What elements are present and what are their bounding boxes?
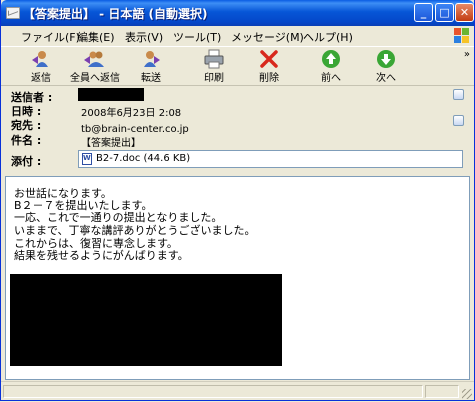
- minimize-button[interactable]: _: [414, 3, 433, 22]
- attach-label: 添付 :: [11, 155, 42, 168]
- menu-bar: ファイル(F) 編集(E) 表示(V) ツール(T) メッセージ(M) ヘルプ(…: [1, 26, 474, 47]
- word-document-icon: [82, 153, 92, 165]
- attachment-field: B2-7.doc (44.6 KB): [78, 150, 463, 168]
- message-body[interactable]: お世話になります。 B２－７を提出いたします。 一応、これで一通りの提出となりま…: [5, 176, 470, 380]
- forward-icon: [140, 49, 162, 69]
- body-line: 結果を残せるようにがんばります。: [14, 249, 189, 262]
- status-pane: [3, 385, 423, 398]
- print-button[interactable]: 印刷: [186, 49, 242, 85]
- status-pane: [425, 385, 459, 398]
- delete-icon: [258, 49, 280, 69]
- status-bar: [1, 381, 474, 400]
- print-icon: [203, 49, 225, 69]
- reply-all-button[interactable]: 全員へ返信: [67, 49, 123, 85]
- close-button[interactable]: ✕: [455, 3, 474, 22]
- menu-file[interactable]: ファイル(F): [21, 29, 80, 45]
- reply-all-label: 全員へ返信: [70, 73, 120, 84]
- menu-help[interactable]: ヘルプ(H): [303, 29, 353, 45]
- delete-button[interactable]: 削除: [241, 49, 297, 85]
- toolbar: 返信 全員へ返信 転送 印刷 削除 前へ 次へ »: [1, 47, 474, 86]
- menu-tools[interactable]: ツール(T): [173, 29, 221, 45]
- next-button[interactable]: 次へ: [358, 49, 414, 85]
- to-label: 宛先 :: [11, 119, 42, 132]
- reply-label: 返信: [31, 73, 51, 84]
- menu-message[interactable]: メッセージ(M): [231, 29, 304, 45]
- subject-value: 【答案提出】: [81, 138, 141, 149]
- title-bar[interactable]: 【答案提出】 - 日本語 (自動選択) _ □ ✕: [1, 0, 474, 26]
- windows-logo-icon: [454, 28, 470, 44]
- subject-label: 件名 :: [11, 134, 42, 147]
- reply-button[interactable]: 返信: [13, 49, 69, 85]
- resize-grip-icon[interactable]: [462, 389, 472, 399]
- message-header: 送信者 : 日時 : 2008年6月23日 2:08 宛先 : tb@brain…: [1, 86, 474, 172]
- reply-all-icon: [84, 49, 106, 69]
- date-value: 2008年6月23日 2:08: [81, 108, 182, 119]
- previous-label: 前へ: [321, 73, 341, 84]
- menu-view[interactable]: 表示(V): [125, 29, 163, 45]
- next-label: 次へ: [376, 73, 396, 84]
- redacted-signature: [10, 274, 282, 366]
- forward-label: 転送: [141, 73, 161, 84]
- window-title: 【答案提出】 - 日本語 (自動選択): [23, 7, 208, 21]
- envelope-icon: [6, 7, 20, 19]
- expand-from-button[interactable]: [453, 89, 464, 100]
- expand-to-button[interactable]: [453, 115, 464, 126]
- next-icon: [375, 49, 397, 69]
- attachment-item[interactable]: B2-7.doc (44.6 KB): [96, 153, 190, 164]
- toolbar-overflow-chevron[interactable]: »: [464, 49, 470, 60]
- print-label: 印刷: [204, 73, 224, 84]
- previous-icon: [320, 49, 342, 69]
- message-window: 【答案提出】 - 日本語 (自動選択) _ □ ✕ ファイル(F) 編集(E) …: [0, 0, 475, 401]
- forward-button[interactable]: 転送: [123, 49, 179, 85]
- delete-label: 削除: [259, 73, 279, 84]
- previous-button[interactable]: 前へ: [303, 49, 359, 85]
- redacted-sender: [78, 88, 144, 101]
- reply-icon: [30, 49, 52, 69]
- maximize-button[interactable]: □: [435, 3, 454, 22]
- menu-edit[interactable]: 編集(E): [77, 29, 115, 45]
